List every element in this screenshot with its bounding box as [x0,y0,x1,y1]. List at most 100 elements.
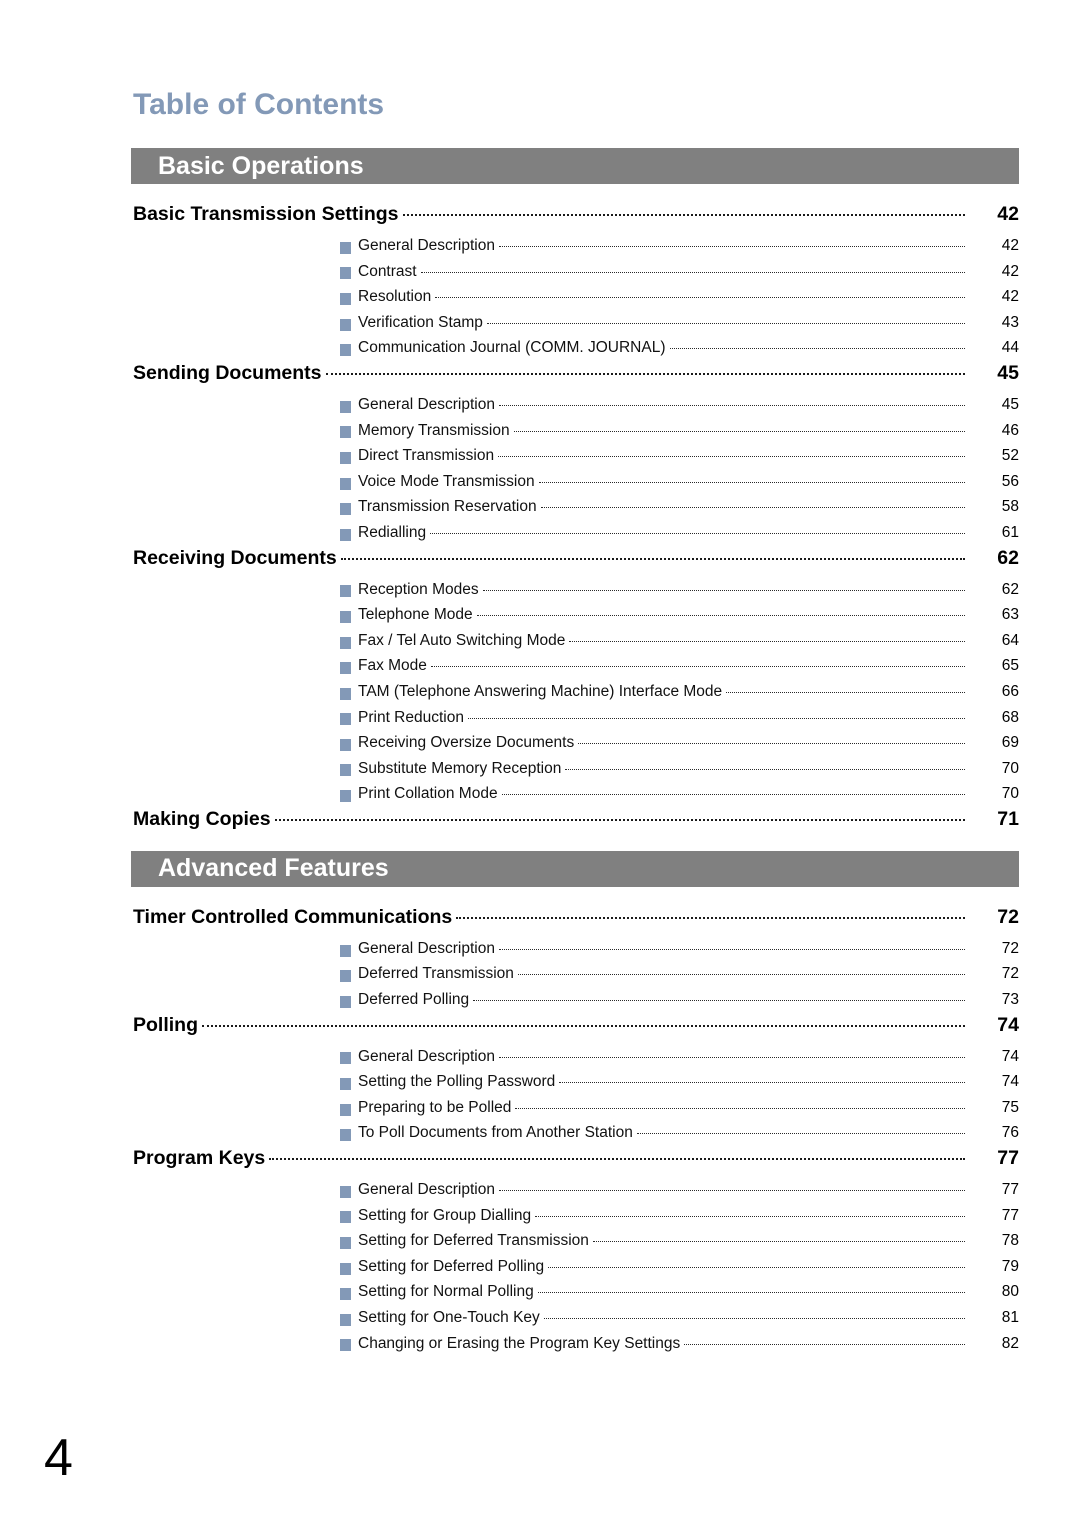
toc-entry-sub[interactable]: Deferred Transmission 72 [131,962,1019,988]
dot-leader [680,1332,967,1348]
toc-entry-label: Deferred Transmission [358,965,514,983]
toc-entry-page-number: 42 [1001,237,1019,254]
toc-entry-sub[interactable]: Changing or Erasing the Program Key Sett… [131,1332,1019,1358]
toc-entry-sub[interactable]: Deferred Polling 73 [131,988,1019,1014]
page-title: Table of Contents [133,88,385,121]
square-bullet-icon [340,318,351,331]
dot-leader [495,234,967,250]
toc-entry-sub[interactable]: Fax Mode 65 [131,654,1019,680]
toc-entry-main[interactable]: Making Copies 71 [131,808,1019,839]
toc-entry-sub[interactable]: Reception Modes 62 [131,578,1019,604]
square-bullet-icon [340,610,351,623]
square-bullet-icon [340,687,351,700]
square-bullet-icon [340,1262,351,1275]
square-bullet-icon [340,528,351,541]
toc-entry-main[interactable]: Sending Documents 45 [131,362,1019,393]
toc-entry-sub[interactable]: Setting for Group Dialling 77 [131,1204,1019,1230]
toc-entry-page-number: 66 [1001,682,1019,700]
toc-entry-page-number: 42 [1001,288,1019,306]
dot-leader [537,495,967,511]
square-bullet-icon [340,426,351,439]
toc-entry-sub[interactable]: Verification Stamp 43 [131,311,1019,337]
toc-entry-page-number: 65 [1001,657,1019,675]
toc-entry-sub[interactable]: Resolution 42 [131,285,1019,311]
dot-leader [431,285,967,301]
toc-entry-sub[interactable]: Print Collation Mode 70 [131,782,1019,808]
square-bullet-icon [340,1103,351,1116]
toc-entry-sub[interactable]: General Description 42 [131,234,1019,260]
toc-entry-sub[interactable]: Setting for Deferred Transmission 78 [131,1229,1019,1255]
toc-entry-label: General Description [358,1047,495,1065]
toc-entry-label: Transmission Reservation [358,498,537,516]
toc-entry-sub[interactable]: Setting the Polling Password 74 [131,1070,1019,1096]
dot-leader [540,1306,967,1322]
toc-entry-label: Fax / Tel Auto Switching Mode [358,631,566,649]
section-band: Advanced Features [131,850,1019,887]
toc-entry-sub[interactable]: General Description 72 [131,937,1019,963]
toc-entry-page-number: 68 [1001,708,1019,726]
toc-entry-label: Substitute Memory Reception [358,759,562,777]
dot-leader [417,260,967,276]
square-bullet-icon [340,636,351,649]
toc-entry-page-number: 78 [1001,1232,1019,1250]
dot-leader [271,809,967,825]
toc-entry-main[interactable]: Polling 74 [131,1014,1019,1045]
toc-entry-sub[interactable]: TAM (Telephone Answering Machine) Interf… [131,680,1019,706]
toc-entry-label: Timer Controlled Communications [133,905,453,928]
toc-entry-page-number: 42 [997,203,1019,225]
square-bullet-icon [340,1339,351,1352]
toc-entry-sub[interactable]: Memory Transmission 46 [131,419,1019,445]
dot-leader [198,1015,967,1031]
toc-entry-label: Reception Modes [358,580,479,598]
toc-entry-sub[interactable]: Telephone Mode 63 [131,603,1019,629]
square-bullet-icon [340,764,351,777]
toc-entry-sub[interactable]: Setting for One-Touch Key 81 [131,1306,1019,1332]
dot-leader [399,204,967,220]
toc-entry-page-number: 45 [1001,395,1019,413]
toc-entry-sub[interactable]: Transmission Reservation 58 [131,495,1019,521]
dot-leader [337,548,967,564]
toc-entry-main[interactable]: Receiving Documents 62 [131,547,1019,578]
toc-entry-page-number: 72 [1001,939,1019,957]
toc-entry-sub[interactable]: Contrast 42 [131,260,1019,286]
toc-entry-page-number: 76 [1001,1124,1019,1142]
toc-entry-sub[interactable]: Setting for Deferred Polling 79 [131,1255,1019,1281]
toc-entry-label: Setting the Polling Password [358,1073,556,1091]
toc-entry-sub[interactable]: General Description 45 [131,393,1019,419]
toc-entry-page-number: 71 [997,807,1019,830]
toc-entry-sub[interactable]: Substitute Memory Reception 70 [131,757,1019,783]
toc-entry-sub[interactable]: Redialling 61 [131,521,1019,547]
toc-entry-label: Memory Transmission [358,421,510,439]
dot-leader [483,311,967,327]
toc-entry-label: Voice Mode Transmission [358,472,535,490]
toc-entry-main[interactable]: Basic Transmission Settings 42 [131,203,1019,234]
toc-entry-main[interactable]: Timer Controlled Communications 72 [131,906,1019,937]
square-bullet-icon [340,1237,351,1250]
toc-entry-sub[interactable]: Receiving Oversize Documents 69 [131,731,1019,757]
toc-entry-label: Print Collation Mode [358,785,498,803]
square-bullet-icon [340,241,351,254]
toc-entry-page-number: 70 [1001,759,1019,777]
toc-entry-sub[interactable]: To Poll Documents from Another Station 76 [131,1121,1019,1147]
toc-entry-page-number: 69 [1001,734,1019,752]
toc-entry-label: General Description [358,395,495,413]
toc-entry-sub[interactable]: Preparing to be Polled 75 [131,1096,1019,1122]
dot-leader [495,1045,967,1061]
square-bullet-icon [340,713,351,726]
toc-entry-sub[interactable]: Communication Journal (COMM. JOURNAL) 44 [131,336,1019,362]
toc-entry-main[interactable]: Program Keys 77 [131,1147,1019,1178]
toc-entry-sub[interactable]: Print Reduction 68 [131,706,1019,732]
toc-entry-sub[interactable]: Voice Mode Transmission 56 [131,470,1019,496]
toc-entry-label: General Description [358,237,495,254]
toc-entry-sub[interactable]: Direct Transmission 52 [131,444,1019,470]
dot-leader [511,1096,967,1112]
section-band: Basic Operations [131,148,1019,184]
square-bullet-icon [340,267,351,280]
toc-entry-sub[interactable]: Fax / Tel Auto Switching Mode 64 [131,629,1019,655]
toc-entry-sub[interactable]: General Description 77 [131,1178,1019,1204]
toc-entry-label: To Poll Documents from Another Station [358,1124,633,1142]
toc-entry-sub[interactable]: General Description 74 [131,1045,1019,1071]
toc-entry-sub[interactable]: Setting for Normal Polling 80 [131,1280,1019,1306]
dot-leader [534,1280,967,1296]
toc-entry-page-number: 77 [997,1147,1019,1170]
